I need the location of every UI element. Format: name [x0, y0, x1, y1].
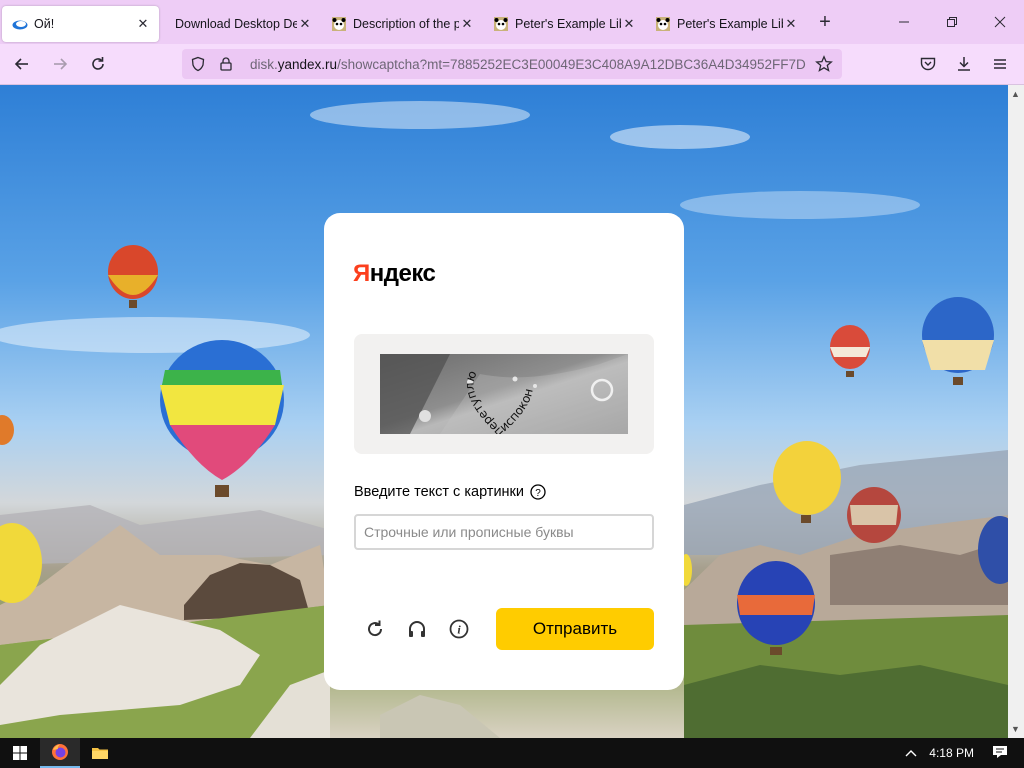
- tab-title: Description of the problem: [353, 17, 459, 31]
- svg-text:?: ?: [535, 488, 541, 499]
- prompt-label: Введите текст с картинки: [354, 484, 524, 500]
- captcha-card: Яндекс перетуплю испокон Введите текст с…: [324, 213, 684, 690]
- panda-icon: [494, 17, 508, 31]
- tab-title: Peter's Example Library: [515, 17, 621, 31]
- balloon-right-striped: [830, 325, 870, 377]
- url-subdomain: disk.: [250, 56, 278, 72]
- svg-text:i: i: [457, 623, 461, 637]
- page-background: Яндекс перетуплю испокон Введите текст с…: [0, 85, 1008, 738]
- url-path: /showcaptcha?mt=7885252EC3E00049E3C408A9…: [337, 56, 806, 72]
- download-icon[interactable]: [948, 48, 980, 80]
- windows-start-icon[interactable]: [0, 738, 40, 768]
- notification-icon[interactable]: [992, 744, 1008, 763]
- captcha-image: перетуплю испокон: [380, 354, 628, 434]
- refresh-icon[interactable]: [354, 608, 396, 650]
- tab-title: Ой!: [34, 17, 55, 31]
- balloon-left-small: [108, 245, 158, 308]
- vertical-scrollbar[interactable]: ▲ ▼: [1008, 85, 1024, 738]
- scroll-down-icon[interactable]: ▼: [1011, 724, 1020, 734]
- close-tab-icon[interactable]: ✕: [783, 16, 799, 32]
- bookmark-star-icon[interactable]: [810, 50, 838, 78]
- file-explorer-icon[interactable]: [80, 738, 120, 768]
- url-text[interactable]: disk.yandex.ru/showcaptcha?mt=7885252EC3…: [250, 57, 815, 72]
- logo-letter: Я: [353, 260, 370, 287]
- close-tab-icon[interactable]: ✕: [297, 16, 313, 32]
- close-tab-icon[interactable]: ✕: [459, 16, 475, 32]
- balloon-right-blue: [922, 297, 994, 385]
- forward-icon[interactable]: [44, 48, 76, 80]
- yandex-disk-icon: [12, 20, 28, 30]
- captcha-prompt: Введите текст с картинки ?: [354, 484, 546, 500]
- chevron-up-icon[interactable]: [905, 746, 917, 760]
- balloon-left-edge: [0, 415, 42, 603]
- windows-taskbar: 4:18 PM: [0, 738, 1024, 768]
- close-tab-icon[interactable]: ✕: [621, 16, 637, 32]
- pocket-icon[interactable]: [912, 48, 944, 80]
- shield-icon[interactable]: [184, 50, 212, 78]
- yandex-logo: Яндекс: [353, 260, 436, 288]
- captcha-text-input[interactable]: [354, 514, 654, 550]
- scroll-up-icon[interactable]: ▲: [1011, 89, 1020, 99]
- logo-rest: ндекс: [369, 260, 436, 287]
- captcha-actions: i: [354, 608, 480, 650]
- tab-title: Download Desktop Desktop: [175, 17, 297, 31]
- info-icon[interactable]: i: [438, 608, 480, 650]
- new-tab-button[interactable]: +: [809, 6, 841, 38]
- lock-icon[interactable]: [212, 50, 240, 78]
- navigation-bar: disk.yandex.ru/showcaptcha?mt=7885252EC3…: [0, 44, 1024, 85]
- restore-icon[interactable]: [928, 0, 976, 44]
- tab-title: Peter's Example Library: [677, 17, 783, 31]
- panda-icon: [656, 17, 670, 31]
- audio-icon[interactable]: [396, 608, 438, 650]
- tab-peters-library-2[interactable]: Peter's Example Library ✕: [645, 6, 807, 42]
- close-window-icon[interactable]: [976, 0, 1024, 44]
- toolbar-right: [912, 48, 1016, 80]
- minimize-icon[interactable]: [880, 0, 928, 44]
- system-tray: 4:18 PM: [905, 738, 1024, 768]
- reload-icon[interactable]: [82, 48, 114, 80]
- address-bar[interactable]: disk.yandex.ru/showcaptcha?mt=7885252EC3…: [182, 49, 842, 79]
- url-host: yandex.ru: [277, 56, 338, 72]
- submit-button[interactable]: Отправить: [496, 608, 654, 650]
- tab-oi[interactable]: Ой! ✕: [2, 6, 159, 42]
- firefox-taskbar-icon[interactable]: [40, 738, 80, 768]
- menu-icon[interactable]: [984, 48, 1016, 80]
- tab-description[interactable]: Description of the problem ✕: [321, 6, 483, 42]
- window-controls: [880, 0, 1024, 44]
- tab-peters-library-1[interactable]: Peter's Example Library ✕: [483, 6, 645, 42]
- help-icon[interactable]: ?: [530, 484, 546, 500]
- balloon-left-large: [160, 340, 284, 497]
- tab-download-desktop[interactable]: Download Desktop Desktop ✕: [159, 6, 321, 42]
- panda-icon: [332, 17, 346, 31]
- back-icon[interactable]: [6, 48, 38, 80]
- clock[interactable]: 4:18 PM: [929, 746, 974, 760]
- close-tab-icon[interactable]: ✕: [135, 16, 151, 32]
- balloon-right-red: [847, 487, 901, 543]
- captcha-image-container: перетуплю испокон: [354, 334, 654, 454]
- tab-strip: Ой! ✕ Download Desktop Desktop ✕ Descrip…: [0, 0, 1024, 44]
